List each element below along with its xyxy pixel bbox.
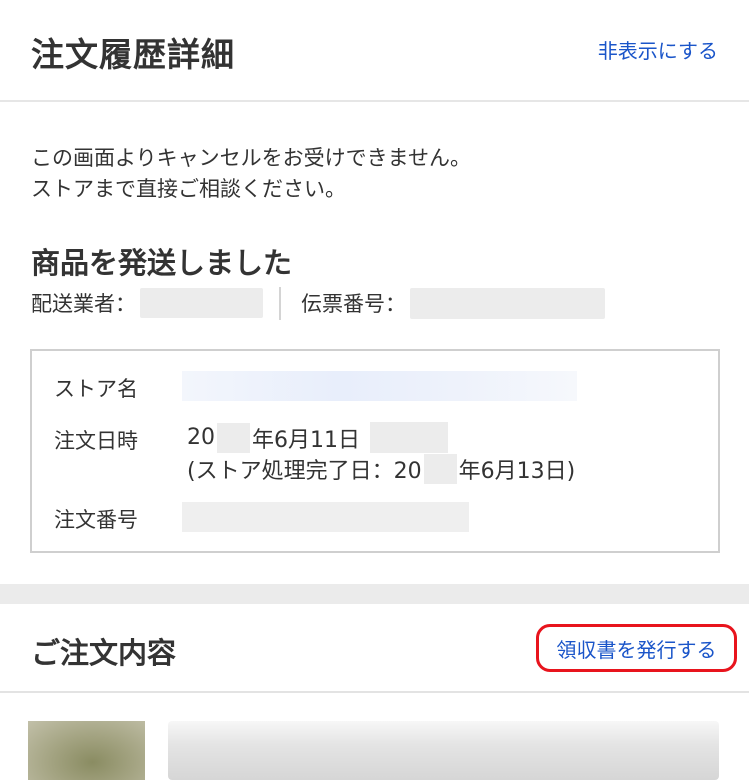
shipping-info-row: 配送業者： 伝票番号： — [31, 285, 605, 321]
store-name-redacted[interactable] — [182, 371, 577, 401]
carrier-value-redacted — [140, 288, 263, 318]
store-name-label: ストア名 — [54, 377, 138, 401]
product-thumbnail[interactable] — [28, 721, 145, 780]
order-time-redacted — [370, 422, 448, 453]
order-date-label: 注文日時 — [54, 429, 138, 453]
order-contents-title: ご注文内容 — [31, 636, 177, 670]
hide-link[interactable]: 非表示にする — [598, 35, 718, 64]
product-name-redacted[interactable] — [168, 721, 719, 780]
order-info-box: ストア名 注文日時 20 年6月11日 (ストア処理完了日：20 年6月13日)… — [30, 349, 720, 553]
carrier-label: 配送業者： — [31, 292, 136, 316]
cancel-notice: この画面よりキャンセルをお受けできません。 ストアまで直接ご相談ください。 — [31, 143, 711, 205]
contents-divider — [0, 691, 749, 693]
slip-number-redacted — [410, 287, 605, 319]
order-number-redacted — [182, 502, 469, 532]
page-title: 注文履歴詳細 — [31, 35, 235, 74]
order-detail-page: 注文履歴詳細 非表示にする この画面よりキャンセルをお受けできません。 ストアま… — [0, 0, 749, 780]
order-date-suffix: 年6月11日 — [252, 427, 360, 453]
order-year-redacted — [217, 422, 250, 453]
processed-date-value: (ストア処理完了日：20 年6月13日) — [187, 452, 575, 485]
processed-date-prefix: (ストア処理完了日：20 — [187, 458, 422, 484]
order-date-prefix: 20 — [187, 425, 215, 450]
order-number-label: 注文番号 — [54, 508, 138, 532]
notice-line-2: ストアまで直接ご相談ください。 — [31, 177, 346, 201]
slip-number-label: 伝票番号： — [301, 292, 406, 316]
notice-line-1: この画面よりキャンセルをお受けできません。 — [31, 146, 471, 170]
shipping-separator — [279, 286, 281, 320]
section-separator-band — [0, 584, 749, 604]
shipping-status-title: 商品を発送しました — [31, 246, 293, 280]
processed-year-redacted — [423, 453, 457, 484]
processed-date-suffix: 年6月13日) — [458, 458, 576, 484]
page-header: 注文履歴詳細 非表示にする — [0, 0, 749, 102]
issue-receipt-button[interactable]: 領収書を発行する — [536, 624, 737, 672]
order-date-value: 20 年6月11日 — [187, 421, 448, 454]
